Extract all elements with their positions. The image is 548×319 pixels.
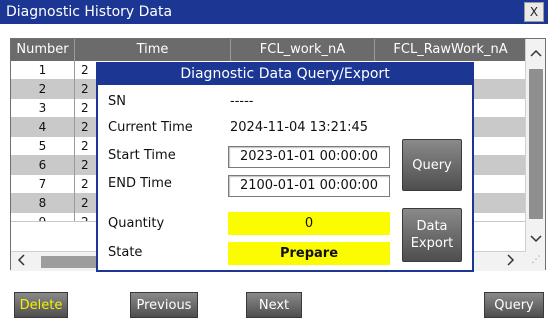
sn-value: ----- [230, 94, 254, 109]
cell-number: 1 [11, 61, 75, 80]
scroll-right-icon[interactable] [501, 252, 521, 272]
column-header-time[interactable]: Time [75, 39, 231, 61]
dialog-query-button[interactable]: Query [402, 139, 462, 191]
quantity-label: Quantity [108, 216, 165, 231]
data-export-button[interactable]: Data Export [402, 208, 462, 262]
cell-time: 2 [81, 101, 89, 115]
scroll-down-icon[interactable] [526, 229, 546, 249]
data-export-button-line2: Export [410, 236, 454, 251]
next-button[interactable]: Next [246, 292, 302, 318]
column-header-number[interactable]: Number [11, 39, 75, 61]
cell-number: 6 [11, 156, 75, 175]
close-button[interactable]: X [524, 2, 544, 22]
state-label: State [108, 245, 143, 260]
state-value: Prepare [228, 242, 390, 265]
cell-time: 2 [81, 158, 89, 172]
end-time-input[interactable]: 2100-01-01 00:00:00 [228, 175, 390, 197]
cell-time: 2 [81, 215, 89, 222]
vertical-scrollbar[interactable] [525, 39, 545, 271]
window-title: Diagnostic History Data [6, 4, 173, 20]
current-time-value: 2024-11-04 13:21:45 [230, 120, 369, 135]
cell-time: 2 [81, 139, 89, 153]
query-export-dialog: Diagnostic Data Query/Export SN ----- Cu… [96, 62, 474, 272]
column-header-fcl-rawwork[interactable]: FCL_RawWork_nA [375, 39, 526, 61]
resize-grip-icon: ⋰ [531, 255, 541, 265]
dialog-query-button-label: Query [412, 157, 452, 173]
window-titlebar: Diagnostic History Data X [0, 0, 548, 24]
sn-label: SN [108, 94, 126, 109]
cell-number: 8 [11, 194, 75, 213]
end-time-label: END Time [108, 176, 172, 191]
cell-number: 7 [11, 175, 75, 194]
delete-button[interactable]: Delete [14, 292, 68, 318]
cell-number: 2 [11, 80, 75, 99]
dialog-title: Diagnostic Data Query/Export [98, 64, 472, 85]
cell-time: 2 [81, 82, 89, 96]
column-header-fcl-work[interactable]: FCL_work_nA [231, 39, 375, 61]
start-time-input[interactable]: 2023-01-01 00:00:00 [228, 146, 390, 168]
scroll-up-icon[interactable] [526, 43, 546, 63]
cell-time: 2 [81, 177, 89, 191]
current-time-label: Current Time [108, 120, 193, 135]
previous-button[interactable]: Previous [130, 292, 198, 318]
cell-time: 2 [81, 196, 89, 210]
data-export-button-line1: Data [416, 219, 448, 234]
start-time-label: Start Time [108, 148, 176, 163]
vertical-scroll-thumb[interactable] [529, 69, 543, 219]
table-header: Number Time FCL_work_nA FCL_RawWork_nA [11, 39, 526, 61]
cell-time: 2 [81, 63, 89, 77]
cell-number: 3 [11, 99, 75, 118]
cell-number: 9 [11, 213, 75, 221]
scroll-left-icon[interactable] [11, 252, 31, 272]
cell-number: 5 [11, 137, 75, 156]
cell-number: 4 [11, 118, 75, 137]
query-button[interactable]: Query [484, 292, 544, 318]
cell-time: 2 [81, 120, 89, 134]
quantity-value: 0 [228, 212, 390, 235]
